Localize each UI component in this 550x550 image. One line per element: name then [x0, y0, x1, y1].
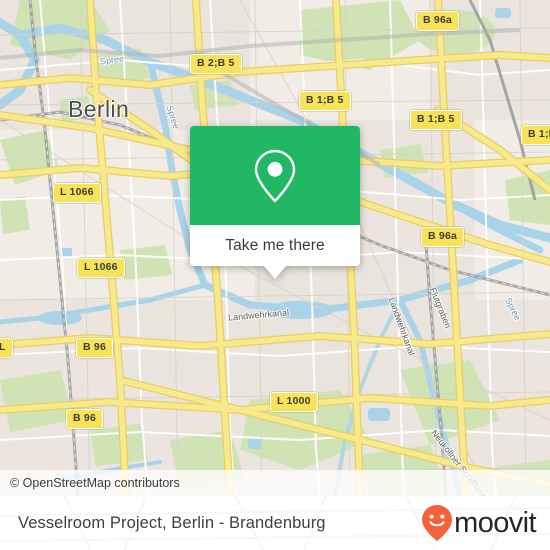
attribution-text: © OpenStreetMap contributors [10, 476, 180, 490]
road-shield: L 1000 [270, 392, 318, 412]
road-shield: L 1066 [77, 258, 125, 278]
callout-body: Take me there [190, 126, 360, 266]
moovit-logo: moovit [421, 504, 537, 542]
callout-pointer-tail [264, 266, 286, 279]
map-attribution[interactable]: © OpenStreetMap contributors [0, 470, 550, 496]
road-shield: L [0, 338, 13, 358]
road-shield: B 1;B [521, 125, 550, 145]
road-shield: B 1;B 5 [410, 110, 462, 130]
road-shield: B 1;B 5 [299, 91, 351, 111]
location-callout-card[interactable]: Take me there [190, 126, 360, 279]
footer-bar: Vesselroom Project, Berlin - Brandenburg… [0, 496, 550, 550]
road-shield: B 96 [66, 409, 103, 429]
road-shield: B 2;B 5 [190, 54, 242, 74]
moovit-smiling-pin-icon [422, 505, 453, 541]
road-shield: L 1066 [53, 183, 101, 203]
callout-icon-area [190, 126, 360, 225]
brand-wordmark: moovit [454, 506, 536, 539]
road-shield: B 96a [416, 11, 460, 31]
page-title: Vesselroom Project, Berlin - Brandenburg [18, 513, 326, 532]
take-me-there-button[interactable]: Take me there [225, 237, 325, 255]
moovit-location-share-screen: Berlin Spree Spree Landwehrkanal Landweh… [0, 0, 550, 550]
callout-cta-area[interactable]: Take me there [190, 225, 360, 266]
map-pin-icon [254, 149, 296, 202]
road-shield: B 96 [76, 338, 113, 358]
road-shield: B 96a [421, 227, 465, 247]
